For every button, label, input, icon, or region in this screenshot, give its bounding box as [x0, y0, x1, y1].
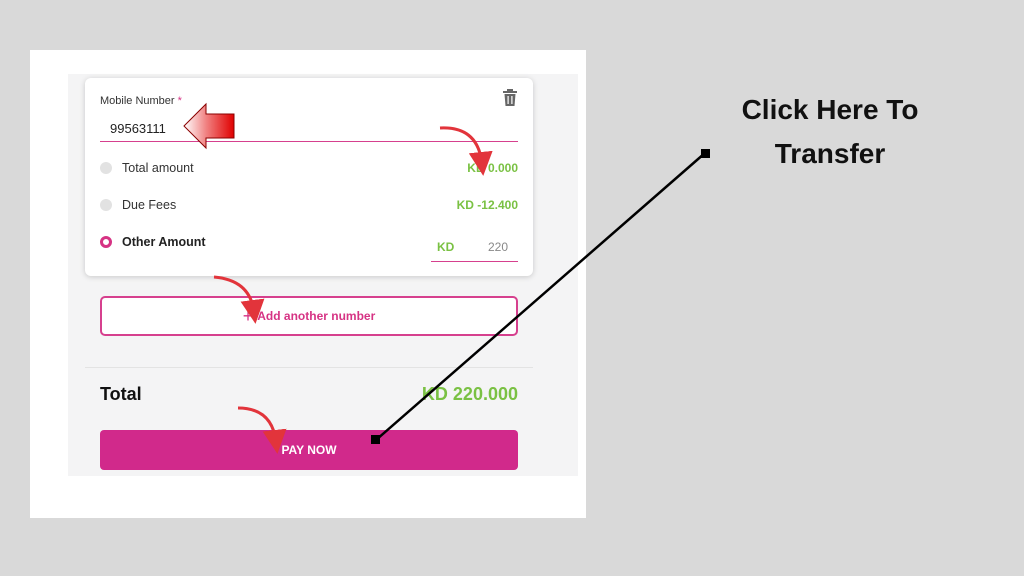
- radio-due-fees[interactable]: [100, 199, 112, 211]
- mobile-number-input[interactable]: [100, 116, 518, 142]
- annotation-callout: Click Here To Transfer: [700, 88, 960, 176]
- amount-currency: KD: [437, 240, 455, 254]
- radio-total-amount[interactable]: [100, 162, 112, 174]
- other-amount-field[interactable]: KD 220: [431, 233, 518, 262]
- required-mark: *: [177, 95, 182, 107]
- option-due-fees[interactable]: Due Fees KD -12.400: [100, 195, 518, 215]
- add-number-label: Add another number: [257, 309, 376, 323]
- mobile-number-label: Mobile Number *: [100, 95, 182, 107]
- option-label: Other Amount: [122, 235, 206, 249]
- pay-now-button[interactable]: PAY NOW: [100, 430, 518, 470]
- trash-icon[interactable]: [502, 89, 518, 107]
- option-label: Total amount: [122, 161, 194, 175]
- option-value: KD -12.400: [456, 198, 518, 212]
- option-label: Due Fees: [122, 198, 177, 212]
- option-total-amount[interactable]: Total amount KD 0.000: [100, 158, 518, 178]
- pay-now-label: PAY NOW: [281, 443, 337, 457]
- add-another-number-button[interactable]: + Add another number: [100, 296, 518, 336]
- plus-icon: +: [242, 306, 254, 326]
- amount-value[interactable]: 220: [488, 240, 508, 254]
- callout-line-2: Transfer: [774, 138, 886, 169]
- total-label: Total: [100, 384, 142, 404]
- total-value: KD 220.000: [421, 384, 518, 404]
- option-value: KD 0.000: [467, 161, 518, 175]
- radio-other-amount[interactable]: [100, 236, 112, 248]
- option-other-amount[interactable]: Other Amount: [100, 232, 420, 252]
- divider: [85, 367, 533, 368]
- callout-line-1: Click Here To: [741, 94, 919, 125]
